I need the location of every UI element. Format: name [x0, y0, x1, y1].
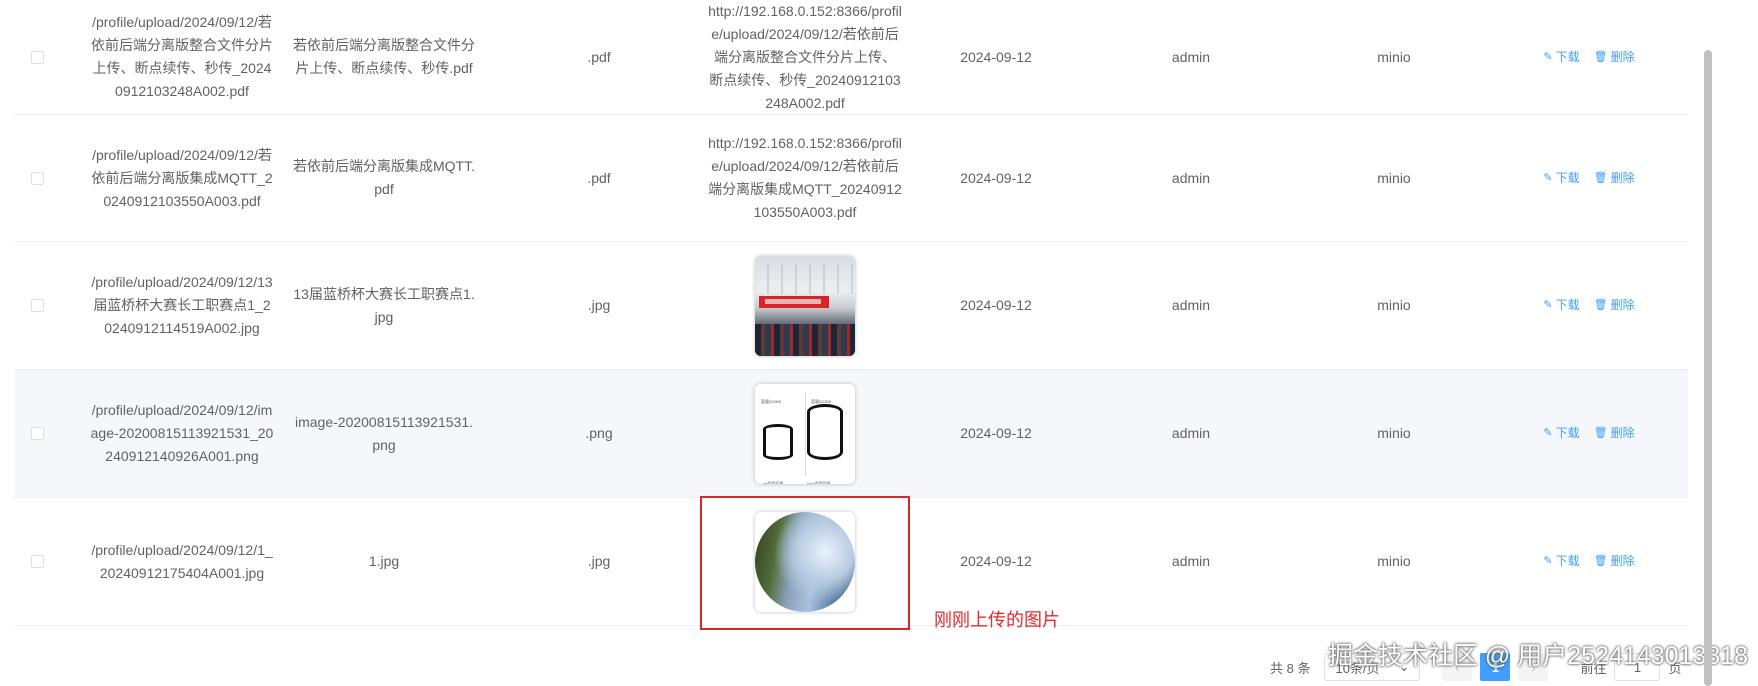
- delete-button[interactable]: 🗑 删除: [1594, 167, 1635, 190]
- actions-cell: ✎ 下载 🗑 删除: [1514, 0, 1664, 114]
- small-cylinder-shape: [763, 423, 793, 460]
- file-path-cell: /profile/upload/2024/09/12/若依前后端分离版整合文件分…: [91, 14, 273, 99]
- preview-cell: [700, 242, 910, 369]
- storage-type-cell: minio: [1377, 297, 1411, 313]
- table-row: /profile/upload/2024/09/12/若依前后端分离版集成MQT…: [14, 115, 1688, 242]
- file-path-cell: /profile/upload/2024/09/12/13届蓝桥杯大赛长工职赛点…: [91, 274, 273, 336]
- vertical-scrollbar[interactable]: [1704, 50, 1712, 686]
- file-ext-cell: .pdf: [587, 48, 611, 65]
- edit-icon: ✎: [1543, 50, 1553, 63]
- upload-date-cell: 2024-09-12: [960, 48, 1032, 65]
- storage-type-cell: minio: [1377, 553, 1411, 569]
- uploader-cell: admin: [1171, 425, 1211, 441]
- storage-type-cell: minio: [1377, 425, 1411, 441]
- uploader-cell: admin: [1171, 553, 1211, 569]
- row-checkbox[interactable]: [30, 171, 44, 185]
- delete-button[interactable]: 🗑 删除: [1594, 46, 1635, 69]
- diagram-label: 容量200KB: [761, 398, 782, 404]
- edit-icon: ✎: [1543, 427, 1553, 439]
- file-name-cell: 13届蓝桥杯大赛长工职赛点1.jpg: [293, 285, 475, 325]
- table-row: /profile/upload/2024/09/12/image-2020081…: [14, 370, 1688, 498]
- edit-icon: ✎: [1543, 171, 1553, 184]
- file-name-cell: image-20200815113921531.png: [294, 413, 473, 453]
- annotation-highlight-box: [700, 496, 910, 630]
- delete-button[interactable]: 🗑 删除: [1594, 294, 1635, 317]
- upload-date-cell: 2024-09-12: [960, 297, 1032, 313]
- annotation-note: 刚刚上传的图片: [934, 610, 1060, 630]
- uploader-cell: admin: [1171, 169, 1211, 186]
- edit-icon: ✎: [1543, 299, 1553, 311]
- diagram-label: int类型容量: [763, 480, 784, 484]
- file-ext-cell: .png: [585, 425, 613, 441]
- file-url-cell: http://192.168.0.152:8366/profile/upload…: [708, 135, 902, 220]
- file-ext-cell: .pdf: [587, 169, 611, 186]
- actions-cell: ✎ 下载 🗑 删除: [1514, 498, 1664, 625]
- large-cylinder-shape: [807, 403, 843, 460]
- file-path-cell: /profile/upload/2024/09/12/若依前后端分离版集成MQT…: [91, 146, 273, 209]
- file-ext-cell: .jpg: [587, 553, 611, 569]
- storage-type-cell: minio: [1377, 169, 1411, 186]
- trash-icon: 🗑: [1593, 299, 1608, 311]
- upload-date-cell: 2024-09-12: [960, 169, 1032, 186]
- file-name-cell: 若依前后端分离版集成MQTT.pdf: [293, 158, 475, 197]
- trash-icon: 🗑: [1593, 50, 1608, 63]
- diagram-label: long类型容量: [807, 480, 831, 484]
- row-checkbox[interactable]: [30, 555, 44, 568]
- cylinder-diagram-thumbnail[interactable]: 容量200KB 容量520KB int类型容量 long类型容量: [755, 383, 855, 484]
- table-row: /profile/upload/2024/09/12/13届蓝桥杯大赛长工职赛点…: [14, 242, 1688, 370]
- trash-icon: 🗑: [1593, 171, 1608, 184]
- row-checkbox[interactable]: [30, 299, 44, 312]
- file-name-cell: 1.jpg: [368, 553, 400, 569]
- table-row: /profile/upload/2024/09/12/若依前后端分离版整合文件分…: [14, 0, 1688, 115]
- uploader-cell: admin: [1171, 297, 1211, 313]
- file-name-cell: 若依前后端分离版整合文件分片上传、断点续传、秒传.pdf: [293, 37, 475, 76]
- classroom-photo-thumbnail[interactable]: [755, 255, 855, 356]
- file-ext-cell: .jpg: [587, 297, 611, 313]
- trash-icon: 🗑: [1593, 427, 1608, 439]
- delete-button[interactable]: 🗑 删除: [1594, 422, 1635, 445]
- row-checkbox[interactable]: [30, 427, 44, 440]
- actions-cell: ✎ 下载 🗑 删除: [1514, 115, 1664, 241]
- storage-type-cell: minio: [1377, 48, 1411, 65]
- watermark: 掘金技术社区 @ 用户2524143013818: [1327, 642, 1748, 670]
- actions-cell: ✎ 下载 🗑 删除: [1514, 370, 1664, 497]
- download-button[interactable]: ✎ 下载: [1543, 422, 1579, 445]
- download-button[interactable]: ✎ 下载: [1543, 294, 1579, 317]
- download-button[interactable]: ✎ 下载: [1543, 550, 1579, 573]
- delete-button[interactable]: 🗑 删除: [1594, 550, 1635, 573]
- edit-icon: ✎: [1543, 555, 1553, 567]
- preview-cell: 容量200KB 容量520KB int类型容量 long类型容量: [700, 370, 910, 497]
- uploader-cell: admin: [1171, 48, 1211, 65]
- file-path-cell: /profile/upload/2024/09/12/image-2020081…: [90, 402, 274, 464]
- file-url-cell: http://192.168.0.152:8366/profile/upload…: [708, 2, 902, 111]
- row-checkbox[interactable]: [30, 50, 44, 64]
- download-button[interactable]: ✎ 下载: [1543, 46, 1579, 69]
- upload-date-cell: 2024-09-12: [960, 425, 1032, 441]
- actions-cell: ✎ 下载 🗑 删除: [1514, 242, 1664, 369]
- file-path-cell: /profile/upload/2024/09/12/1_20240912175…: [91, 541, 273, 581]
- trash-icon: 🗑: [1593, 555, 1608, 567]
- pagination-total: 共 8 条: [1270, 660, 1311, 676]
- download-button[interactable]: ✎ 下载: [1543, 167, 1579, 190]
